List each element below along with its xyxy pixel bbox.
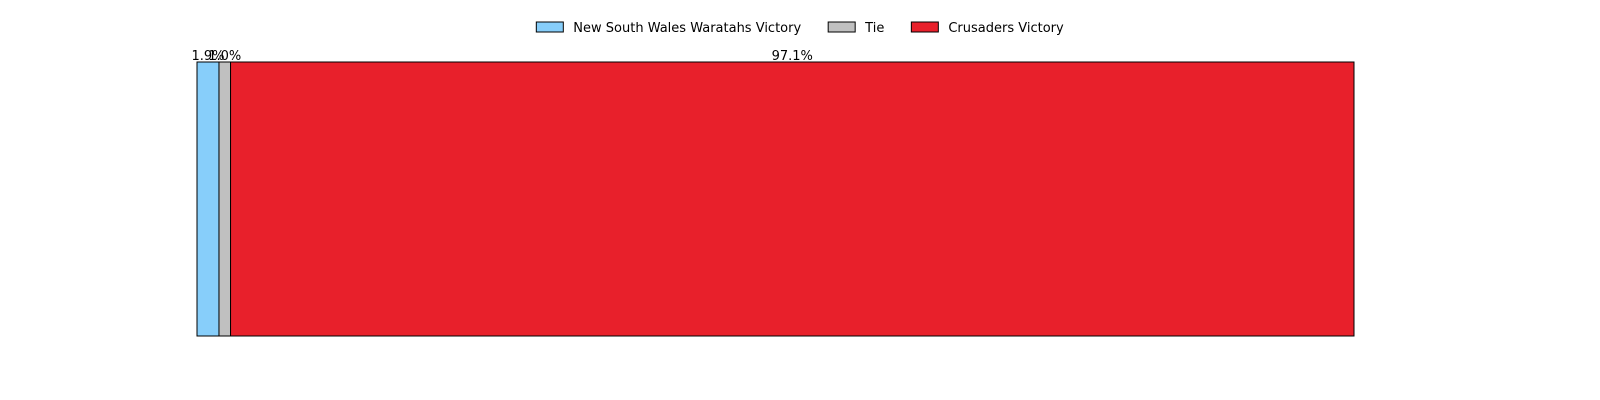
legend-label-0: New South Wales Waratahs Victory [573, 21, 801, 36]
bar-segment-1 [218, 61, 232, 337]
bar-segments [196, 61, 1355, 337]
legend-label-2: Crusaders Victory [948, 21, 1064, 36]
bar-segment-0 [196, 61, 220, 337]
chart-legend: New South Wales Waratahs Victory Tie Crusa… [535, 21, 1064, 36]
bar-segment-2 [230, 61, 1355, 337]
legend-swatch-0 [535, 21, 564, 33]
data-label-2: 97.1% [772, 49, 813, 64]
legend-label-1: Tie [864, 21, 884, 36]
data-label-1: 1.0% [208, 49, 241, 64]
legend-swatch-2 [910, 21, 939, 33]
legend-swatch-1 [827, 21, 856, 33]
stacked-bar-chart: New South Wales Waratahs Victory Tie Crusa… [191, 21, 1355, 337]
